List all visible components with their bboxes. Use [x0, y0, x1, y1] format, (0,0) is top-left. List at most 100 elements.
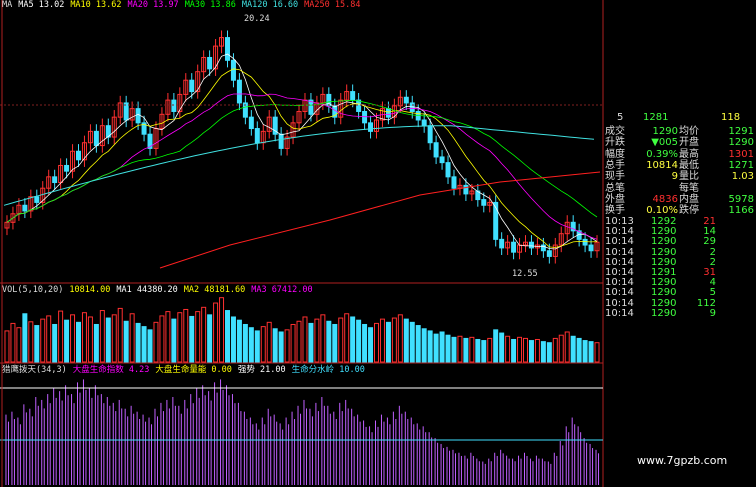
volume-bar	[350, 316, 356, 363]
candle-body	[451, 176, 457, 189]
volume-bar	[391, 317, 397, 363]
volume-bar	[40, 318, 46, 363]
candle-body	[189, 79, 195, 93]
ma250-line	[159, 171, 601, 269]
candle-body	[278, 133, 284, 149]
quote-row: 成交 1290 均价 1291	[603, 126, 756, 137]
quote-value: 1271	[728, 159, 754, 171]
volume-bar	[463, 337, 469, 363]
ma_legend-item: MA10 13.62	[70, 0, 122, 10]
volume-bar	[427, 330, 433, 363]
volume-bar	[135, 322, 141, 363]
volume-bar	[338, 317, 344, 363]
moving-average-lines	[3, 53, 601, 269]
quote-row: 外盘 4836 内盘 5978	[603, 194, 756, 205]
volume-bar	[225, 310, 230, 363]
volume-bar	[564, 331, 570, 363]
quote-panel: 5 1281 118 成交 1290 均价 1291 升跌 ▼005 开盘 129…	[603, 110, 756, 322]
volume-bar	[379, 318, 385, 363]
volume-bar	[368, 327, 374, 363]
quote-label: 外盘	[605, 193, 625, 205]
tick-price: 1290	[651, 307, 677, 319]
volume-bar	[87, 316, 93, 363]
candle-body	[230, 59, 236, 81]
quote-value: 1.03	[731, 171, 754, 183]
volume-bar	[266, 321, 272, 363]
vol_legend-item: VOL(5,10,20)	[2, 285, 64, 295]
candle-body	[248, 116, 254, 130]
candle-body	[546, 250, 552, 257]
quote-label: 量比	[679, 171, 699, 183]
candle-body	[445, 162, 451, 178]
volume-bar	[320, 314, 326, 363]
volume-bar	[153, 321, 159, 363]
volume-bar	[117, 307, 123, 363]
volume-bar	[10, 322, 16, 363]
volume-bar	[594, 342, 600, 363]
volume-bar	[487, 337, 493, 363]
volume-bar	[207, 314, 213, 363]
volume-bar	[64, 319, 70, 363]
quote-label: 升跌	[605, 137, 625, 149]
volume-legend: VOL(5,10,20) 10814.00 MA1 44380.20 MA2 4818…	[2, 285, 319, 295]
candle-body	[225, 37, 230, 61]
volume-bar	[445, 334, 451, 363]
volume-bar	[99, 310, 105, 363]
volume-bar	[534, 338, 540, 363]
volume-bar	[302, 316, 308, 363]
volume-bar	[46, 315, 52, 363]
volume-bar	[499, 332, 505, 363]
candle-body	[236, 79, 242, 104]
volume-bar	[362, 323, 368, 363]
tick-time: 10:14	[605, 307, 634, 319]
volume-bar	[296, 320, 302, 363]
ma_legend-item: MA30 13.86	[184, 0, 236, 10]
volume-bar	[52, 323, 58, 363]
quote-label: 幅度	[605, 148, 625, 160]
ma_legend-item: MA	[2, 0, 13, 10]
volume-bar	[81, 312, 87, 363]
volume-bar	[308, 322, 314, 363]
candle-body	[207, 56, 213, 70]
indicator-legend: 猎鹰拨天(34,3) 大盘生命指数 4.23 大盘生命量能 0.00 强势 21.00…	[2, 365, 371, 375]
volume-bar	[4, 330, 10, 363]
quote-value: ▼005	[651, 137, 678, 149]
ma_legend-item: MA250 15.84	[304, 0, 361, 10]
quote-value: 1301	[728, 148, 754, 160]
volume-bar	[505, 335, 511, 363]
volume-bar	[260, 326, 266, 363]
quote-row: 升跌 ▼005 开盘 1290	[603, 137, 756, 148]
quote-top-volume: 118	[721, 112, 741, 123]
quote-value: 1290	[728, 137, 754, 149]
candle-body	[93, 130, 99, 147]
volume-bar	[517, 336, 523, 363]
volume-bar	[159, 315, 165, 363]
quote-row: 总手 10814 最低 1271	[603, 160, 756, 171]
volume-bar	[147, 329, 153, 363]
candle-body	[463, 184, 469, 195]
volume-bar	[433, 333, 439, 363]
quote-label: 均价	[679, 126, 699, 137]
quote-top-level: 5	[617, 112, 624, 123]
candle-body	[76, 150, 81, 161]
ind_legend-item: 大盘生命量能 0.00	[155, 365, 232, 375]
volume-bar	[326, 320, 332, 363]
indicator-bars	[5, 379, 600, 485]
quote-row: 总笔 每笔	[603, 183, 756, 194]
quote-label: 成交	[605, 126, 625, 137]
volume-bar	[177, 312, 183, 363]
candle-body	[588, 244, 594, 252]
volume-bar	[272, 328, 278, 363]
candle-body	[52, 176, 58, 184]
quote-label: 每笔	[679, 182, 699, 194]
volume-bar	[344, 313, 350, 363]
quote-value: 1291	[728, 126, 754, 137]
candle-body	[421, 119, 427, 127]
quote-label: 开盘	[679, 137, 699, 149]
volume-bar	[421, 328, 427, 363]
volume-bar	[558, 334, 564, 363]
quote-row: 现手 9 量比 1.03	[603, 171, 756, 182]
volume-bar	[111, 314, 117, 363]
quote-label: 最高	[679, 148, 699, 160]
quote-value: 10814	[646, 159, 678, 171]
